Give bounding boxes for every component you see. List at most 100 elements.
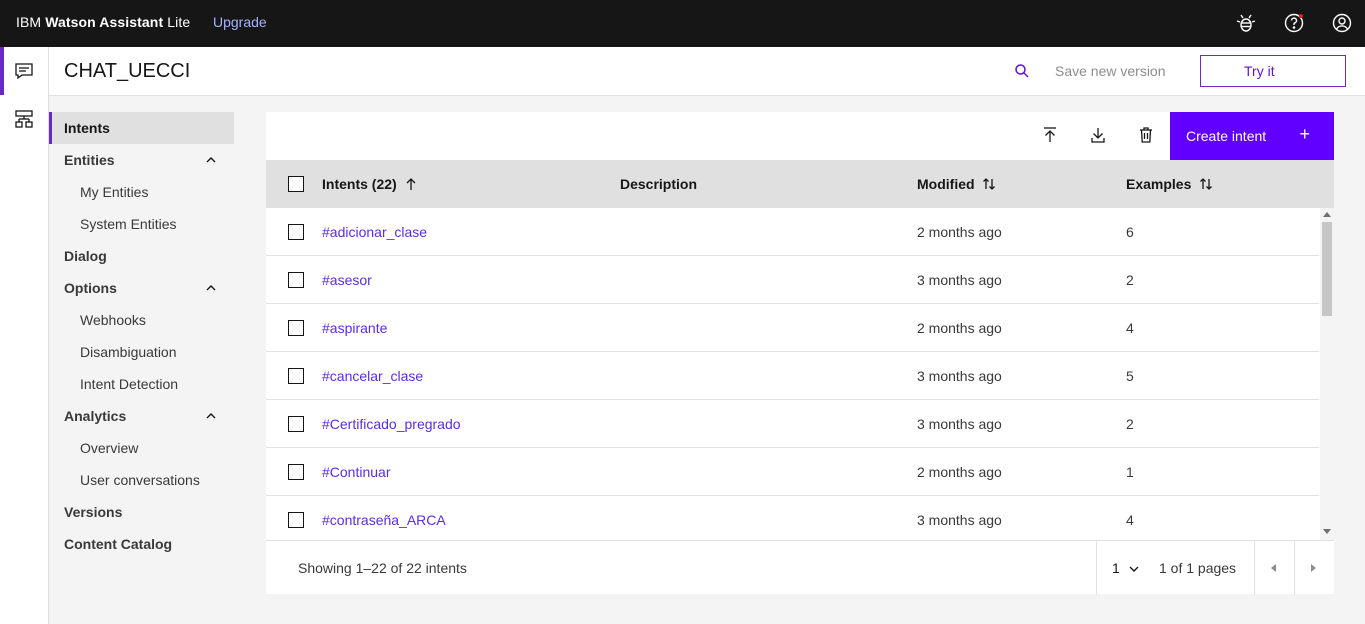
chevron-down-icon: [1129, 566, 1139, 572]
sidebar-item-label: Overview: [80, 440, 139, 456]
table-row[interactable]: #aspirante 2 months ago 4: [266, 304, 1319, 352]
sidebar-item-label: User conversations: [80, 472, 200, 488]
sidebar-item-label: Content Catalog: [64, 536, 173, 552]
sidebar-item-label: Analytics: [64, 408, 127, 424]
column-header-description: Description: [620, 176, 698, 192]
try-it-button[interactable]: Try it: [1200, 55, 1346, 87]
sidebar-item-system-entities[interactable]: System Entities: [49, 208, 234, 240]
intent-name-link[interactable]: #aspirante: [322, 320, 387, 336]
sidebar-item-disambiguation[interactable]: Disambiguation: [49, 336, 234, 368]
next-page-button[interactable]: [1294, 541, 1334, 595]
row-checkbox[interactable]: [288, 272, 304, 288]
modified-cell: 3 months ago: [917, 368, 1002, 384]
column-header-label: Examples: [1126, 176, 1192, 192]
table-scrollbar[interactable]: [1320, 208, 1334, 540]
examples-cell: 1: [1126, 464, 1134, 480]
caret-right-icon: [1311, 564, 1316, 572]
left-rail: [0, 47, 49, 624]
ibm-bee-icon[interactable]: [1234, 11, 1258, 35]
sidebar-item-versions[interactable]: Versions: [49, 496, 234, 528]
sidebar-item-label: Intent Detection: [80, 376, 179, 392]
sidebar-item-label: Intents: [64, 120, 110, 136]
row-checkbox[interactable]: [288, 512, 304, 528]
column-header-label: Modified: [917, 176, 975, 192]
sidebar-item-intents[interactable]: Intents: [49, 112, 234, 144]
table-row[interactable]: #Certificado_pregrado 3 months ago 2: [266, 400, 1319, 448]
row-checkbox[interactable]: [288, 416, 304, 432]
table-row[interactable]: #Continuar 2 months ago 1: [266, 448, 1319, 496]
sidebar-item-user-conversations[interactable]: User conversations: [49, 464, 234, 496]
intent-name-link[interactable]: #adicionar_clase: [322, 224, 427, 240]
chevron-up-icon: [206, 285, 216, 291]
scrollbar-thumb[interactable]: [1322, 222, 1332, 316]
modified-cell: 2 months ago: [917, 224, 1002, 240]
rail-item-skills[interactable]: [0, 95, 48, 143]
create-intent-button[interactable]: Create intent +: [1170, 112, 1334, 160]
table-row[interactable]: #asesor 3 months ago 2: [266, 256, 1319, 304]
table-row[interactable]: #adicionar_clase 2 months ago 6: [266, 208, 1319, 256]
sidebar-item-overview[interactable]: Overview: [49, 432, 234, 464]
column-header-modified[interactable]: Modified: [917, 176, 996, 192]
sidebar-item-webhooks[interactable]: Webhooks: [49, 304, 234, 336]
column-header-examples[interactable]: Examples: [1126, 176, 1213, 192]
pagination-of-pages-text: 1 of 1 pages: [1159, 560, 1237, 576]
chevron-up-icon: [206, 413, 216, 419]
intent-name-link[interactable]: #asesor: [322, 272, 372, 288]
pager-divider: [1096, 541, 1097, 595]
previous-page-button[interactable]: [1254, 541, 1294, 595]
page-title: CHAT_UECCI: [64, 60, 191, 82]
modified-cell: 3 months ago: [917, 512, 1002, 528]
sidebar-item-analytics[interactable]: Analytics: [49, 400, 234, 432]
select-all-checkbox[interactable]: [288, 176, 304, 192]
upgrade-link[interactable]: Upgrade: [213, 14, 267, 30]
row-checkbox[interactable]: [288, 320, 304, 336]
skill-header: CHAT_UECCI Save new version Try it: [49, 47, 1365, 96]
table-row[interactable]: #contraseña_ARCA 3 months ago 4: [266, 496, 1319, 540]
sidebar-item-my-entities[interactable]: My Entities: [49, 176, 234, 208]
modified-cell: 2 months ago: [917, 320, 1002, 336]
examples-cell: 4: [1126, 320, 1134, 336]
chat-icon: [15, 63, 33, 80]
column-header-intents[interactable]: Intents (22): [322, 176, 417, 192]
sort-ascending-icon: [406, 178, 416, 190]
save-new-version-button[interactable]: Save new version: [1055, 63, 1166, 79]
caret-left-icon: [1271, 564, 1276, 572]
sidebar-item-options[interactable]: Options: [49, 272, 234, 304]
trash-icon[interactable]: [1138, 126, 1154, 149]
intent-name-link[interactable]: #cancelar_clase: [322, 368, 423, 384]
row-checkbox[interactable]: [288, 224, 304, 240]
examples-cell: 5: [1126, 368, 1134, 384]
help-icon[interactable]: [1282, 11, 1306, 35]
intent-name-link[interactable]: #Certificado_pregrado: [322, 416, 461, 432]
sidebar-item-entities[interactable]: Entities: [49, 144, 234, 176]
intent-name-link[interactable]: #Continuar: [322, 464, 391, 480]
row-checkbox[interactable]: [288, 464, 304, 480]
scroll-down-arrow-icon[interactable]: [1323, 529, 1331, 534]
sidebar-item-label: Options: [64, 280, 117, 296]
create-intent-label: Create intent: [1186, 128, 1267, 144]
scroll-up-arrow-icon[interactable]: [1323, 212, 1331, 217]
rail-item-assistant[interactable]: [0, 47, 48, 95]
intent-name-link[interactable]: #contraseña_ARCA: [322, 512, 446, 528]
product-brand[interactable]: IBM Watson Assistant Lite: [16, 14, 190, 30]
modified-cell: 3 months ago: [917, 272, 1002, 288]
top-navigation-bar: IBM Watson Assistant Lite Upgrade: [0, 0, 1365, 47]
table-header: Intents (22) Description Modified Exampl…: [266, 160, 1334, 208]
sidebar-item-intent-detection[interactable]: Intent Detection: [49, 368, 234, 400]
upload-icon[interactable]: [1042, 126, 1058, 149]
page-number-select[interactable]: 1: [1112, 560, 1140, 576]
plus-icon: +: [1299, 124, 1310, 144]
brand-ibm: IBM: [16, 14, 42, 30]
sidebar-item-label: Webhooks: [80, 312, 146, 328]
download-icon[interactable]: [1090, 126, 1106, 149]
sidebar-item-dialog[interactable]: Dialog: [49, 240, 234, 272]
intents-table-panel: Create intent + Intents (22) Description…: [266, 112, 1334, 595]
table-row[interactable]: #cancelar_clase 3 months ago 5: [266, 352, 1319, 400]
user-avatar-icon[interactable]: [1330, 11, 1354, 35]
sidebar-item-label: Dialog: [64, 248, 107, 264]
modified-cell: 3 months ago: [917, 416, 1002, 432]
table-body: #adicionar_clase 2 months ago 6 #asesor …: [266, 208, 1319, 540]
row-checkbox[interactable]: [288, 368, 304, 384]
sidebar-item-content-catalog[interactable]: Content Catalog: [49, 528, 234, 560]
search-icon[interactable]: [1014, 63, 1030, 84]
